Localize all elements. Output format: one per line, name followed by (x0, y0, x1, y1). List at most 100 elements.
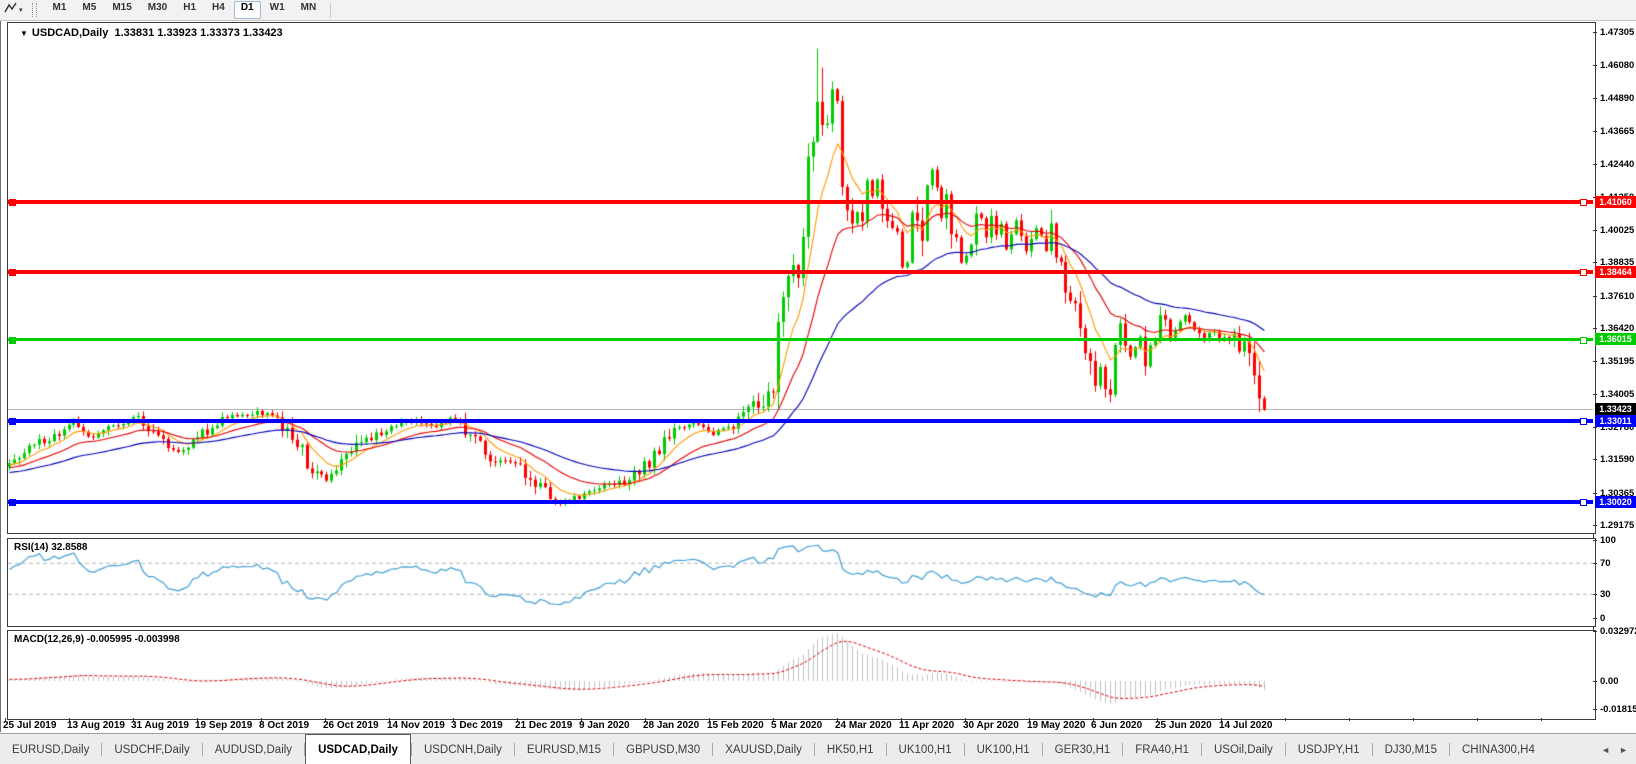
price-tick-label: 1.35195 (1600, 356, 1634, 367)
scroll-right-button[interactable]: ► (1619, 745, 1628, 755)
price-tick-mark (1593, 296, 1597, 297)
price-tick-label: 1.47305 (1600, 27, 1634, 38)
date-tick-label: 28 Jan 2020 (643, 720, 699, 731)
timeframe-button-h4[interactable]: H4 (205, 1, 232, 19)
line-handle-right[interactable] (1580, 337, 1587, 344)
macd-tick-mark (1593, 631, 1597, 632)
tab-usoil-daily[interactable]: USOil,Daily (1202, 734, 1285, 764)
line-handle-left[interactable] (9, 418, 16, 425)
tab-eurusd-m15[interactable]: EURUSD,M15 (515, 734, 613, 764)
chart-symbol-label: USDCAD,Daily (32, 27, 108, 39)
line-handle-right[interactable] (1580, 499, 1587, 506)
date-tick-label: 9 Jan 2020 (579, 720, 630, 731)
scroll-left-button[interactable]: ◄ (1601, 745, 1610, 755)
timeframe-button-m15[interactable]: M15 (105, 1, 138, 19)
tab-gbpusd-m30[interactable]: GBPUSD,M30 (614, 734, 712, 764)
timeframe-button-m1[interactable]: M1 (46, 1, 74, 19)
date-tick-label: 14 Nov 2019 (387, 720, 445, 731)
date-tick-label: 30 Apr 2020 (963, 720, 1019, 731)
price-tick-mark (1593, 525, 1597, 526)
chevron-down-icon: ▾ (19, 6, 23, 14)
date-tick-label: 6 Jun 2020 (1091, 720, 1142, 731)
date-tick-mark (1285, 718, 1286, 721)
line-handle-left[interactable] (9, 199, 16, 206)
rsi-chart-canvas[interactable] (8, 539, 1593, 624)
tab-fra40-h1[interactable]: FRA40,H1 (1123, 734, 1201, 764)
timeframe-button-d1[interactable]: D1 (234, 1, 261, 19)
tab-audusd-daily[interactable]: AUDUSD,Daily (203, 734, 304, 764)
date-tick-label: 3 Dec 2019 (451, 720, 503, 731)
rsi-tick-mark (1593, 594, 1597, 595)
date-tick-mark (1477, 718, 1478, 721)
h-line-support-blue-lower[interactable] (8, 500, 1593, 504)
date-tick-label: 24 Mar 2020 (835, 720, 892, 731)
date-tick-label: 5 Mar 2020 (771, 720, 822, 731)
tab-uk100-h1[interactable]: UK100,H1 (887, 734, 964, 764)
price-level-chip: 1.30020 (1595, 496, 1636, 508)
date-tick-label: 14 Jul 2020 (1219, 720, 1272, 731)
macd-chart-canvas[interactable] (8, 631, 1593, 717)
price-level-chip: 1.36015 (1595, 333, 1636, 345)
timeframe-toolbar: ▾ M1M5M15M30H1H4D1W1MN (0, 0, 1636, 21)
line-handle-right[interactable] (1580, 269, 1587, 276)
h-line-resistance-lower[interactable] (8, 270, 1593, 274)
h-line-resistance-upper[interactable] (8, 200, 1593, 204)
timeframe-button-m30[interactable]: M30 (141, 1, 174, 19)
line-handle-left[interactable] (9, 337, 16, 344)
price-tick-mark (1593, 394, 1597, 395)
tab-china300-h4[interactable]: CHINA300,H4 (1450, 734, 1547, 764)
timeframe-button-mn[interactable]: MN (294, 1, 324, 19)
price-tick-mark (1593, 32, 1597, 33)
h-line-support-green[interactable] (8, 338, 1593, 341)
date-tick-label: 13 Aug 2019 (67, 720, 125, 731)
timeframe-button-h1[interactable]: H1 (176, 1, 203, 19)
date-tick-mark (1541, 718, 1542, 721)
rsi-tick-label: 30 (1600, 589, 1611, 600)
price-tick-mark (1593, 459, 1597, 460)
collapse-arrow-icon[interactable]: ▼ (20, 29, 28, 38)
price-tick-mark (1593, 328, 1597, 329)
tab-usdchf-daily[interactable]: USDCHF,Daily (102, 734, 201, 764)
toolbar-grip[interactable] (32, 3, 37, 17)
macd-tick-label: -0.01815 (1600, 704, 1636, 715)
rsi-tick-mark (1593, 540, 1597, 541)
price-tick-mark (1593, 230, 1597, 231)
price-level-chip: 1.38464 (1595, 266, 1636, 278)
line-handle-left[interactable] (9, 269, 16, 276)
h-line-support-blue-upper[interactable] (8, 419, 1593, 423)
date-tick-label: 19 Sep 2019 (195, 720, 252, 731)
line-handle-left[interactable] (9, 499, 16, 506)
date-tick-label: 11 Apr 2020 (899, 720, 954, 731)
candlestick-chart-canvas[interactable] (8, 23, 1593, 531)
price-tick-label: 1.46080 (1600, 60, 1634, 71)
price-tick-label: 1.37610 (1600, 291, 1634, 302)
line-handle-right[interactable] (1580, 418, 1587, 425)
rsi-panel: RSI(14) 32.8588 (7, 538, 1596, 627)
date-tick-label: 25 Jul 2019 (3, 720, 56, 731)
date-tick-label: 21 Dec 2019 (515, 720, 572, 731)
macd-label: MACD(12,26,9) -0.005995 -0.003998 (14, 634, 180, 645)
tab-usdcnh-daily[interactable]: USDCNH,Daily (412, 734, 514, 764)
tab-uk100-h1[interactable]: UK100,H1 (965, 734, 1042, 764)
tab-usdjpy-h1[interactable]: USDJPY,H1 (1286, 734, 1372, 764)
rsi-tick-mark (1593, 618, 1597, 619)
tab-hk50-h1[interactable]: HK50,H1 (815, 734, 886, 764)
price-level-chip: 1.41060 (1595, 196, 1636, 208)
price-tick-label: 1.42440 (1600, 159, 1634, 170)
date-tick-label: 8 Oct 2019 (259, 720, 309, 731)
tab-dj30-m15[interactable]: DJ30,M15 (1373, 734, 1449, 764)
tab-scroll-arrows: ◄ ► (1601, 734, 1628, 764)
trading-platform-window: ▾ M1M5M15M30H1H4D1W1MN ▼ USDCAD,Daily 1.3… (0, 0, 1636, 764)
rsi-tick-label: 70 (1600, 558, 1611, 569)
timeframe-button-m5[interactable]: M5 (75, 1, 103, 19)
tab-usdcad-daily[interactable]: USDCAD,Daily (305, 734, 411, 764)
price-tick-mark (1593, 262, 1597, 263)
tab-eurusd-daily[interactable]: EURUSD,Daily (0, 734, 101, 764)
date-tick-mark (1413, 718, 1414, 721)
timeframe-button-w1[interactable]: W1 (263, 1, 292, 19)
tab-ger30-h1[interactable]: GER30,H1 (1043, 734, 1123, 764)
tab-xauusd-daily[interactable]: XAUUSD,Daily (713, 734, 814, 764)
chart-tools-button[interactable]: ▾ (3, 1, 23, 20)
line-handle-right[interactable] (1580, 199, 1587, 206)
date-tick-label: 31 Aug 2019 (131, 720, 189, 731)
